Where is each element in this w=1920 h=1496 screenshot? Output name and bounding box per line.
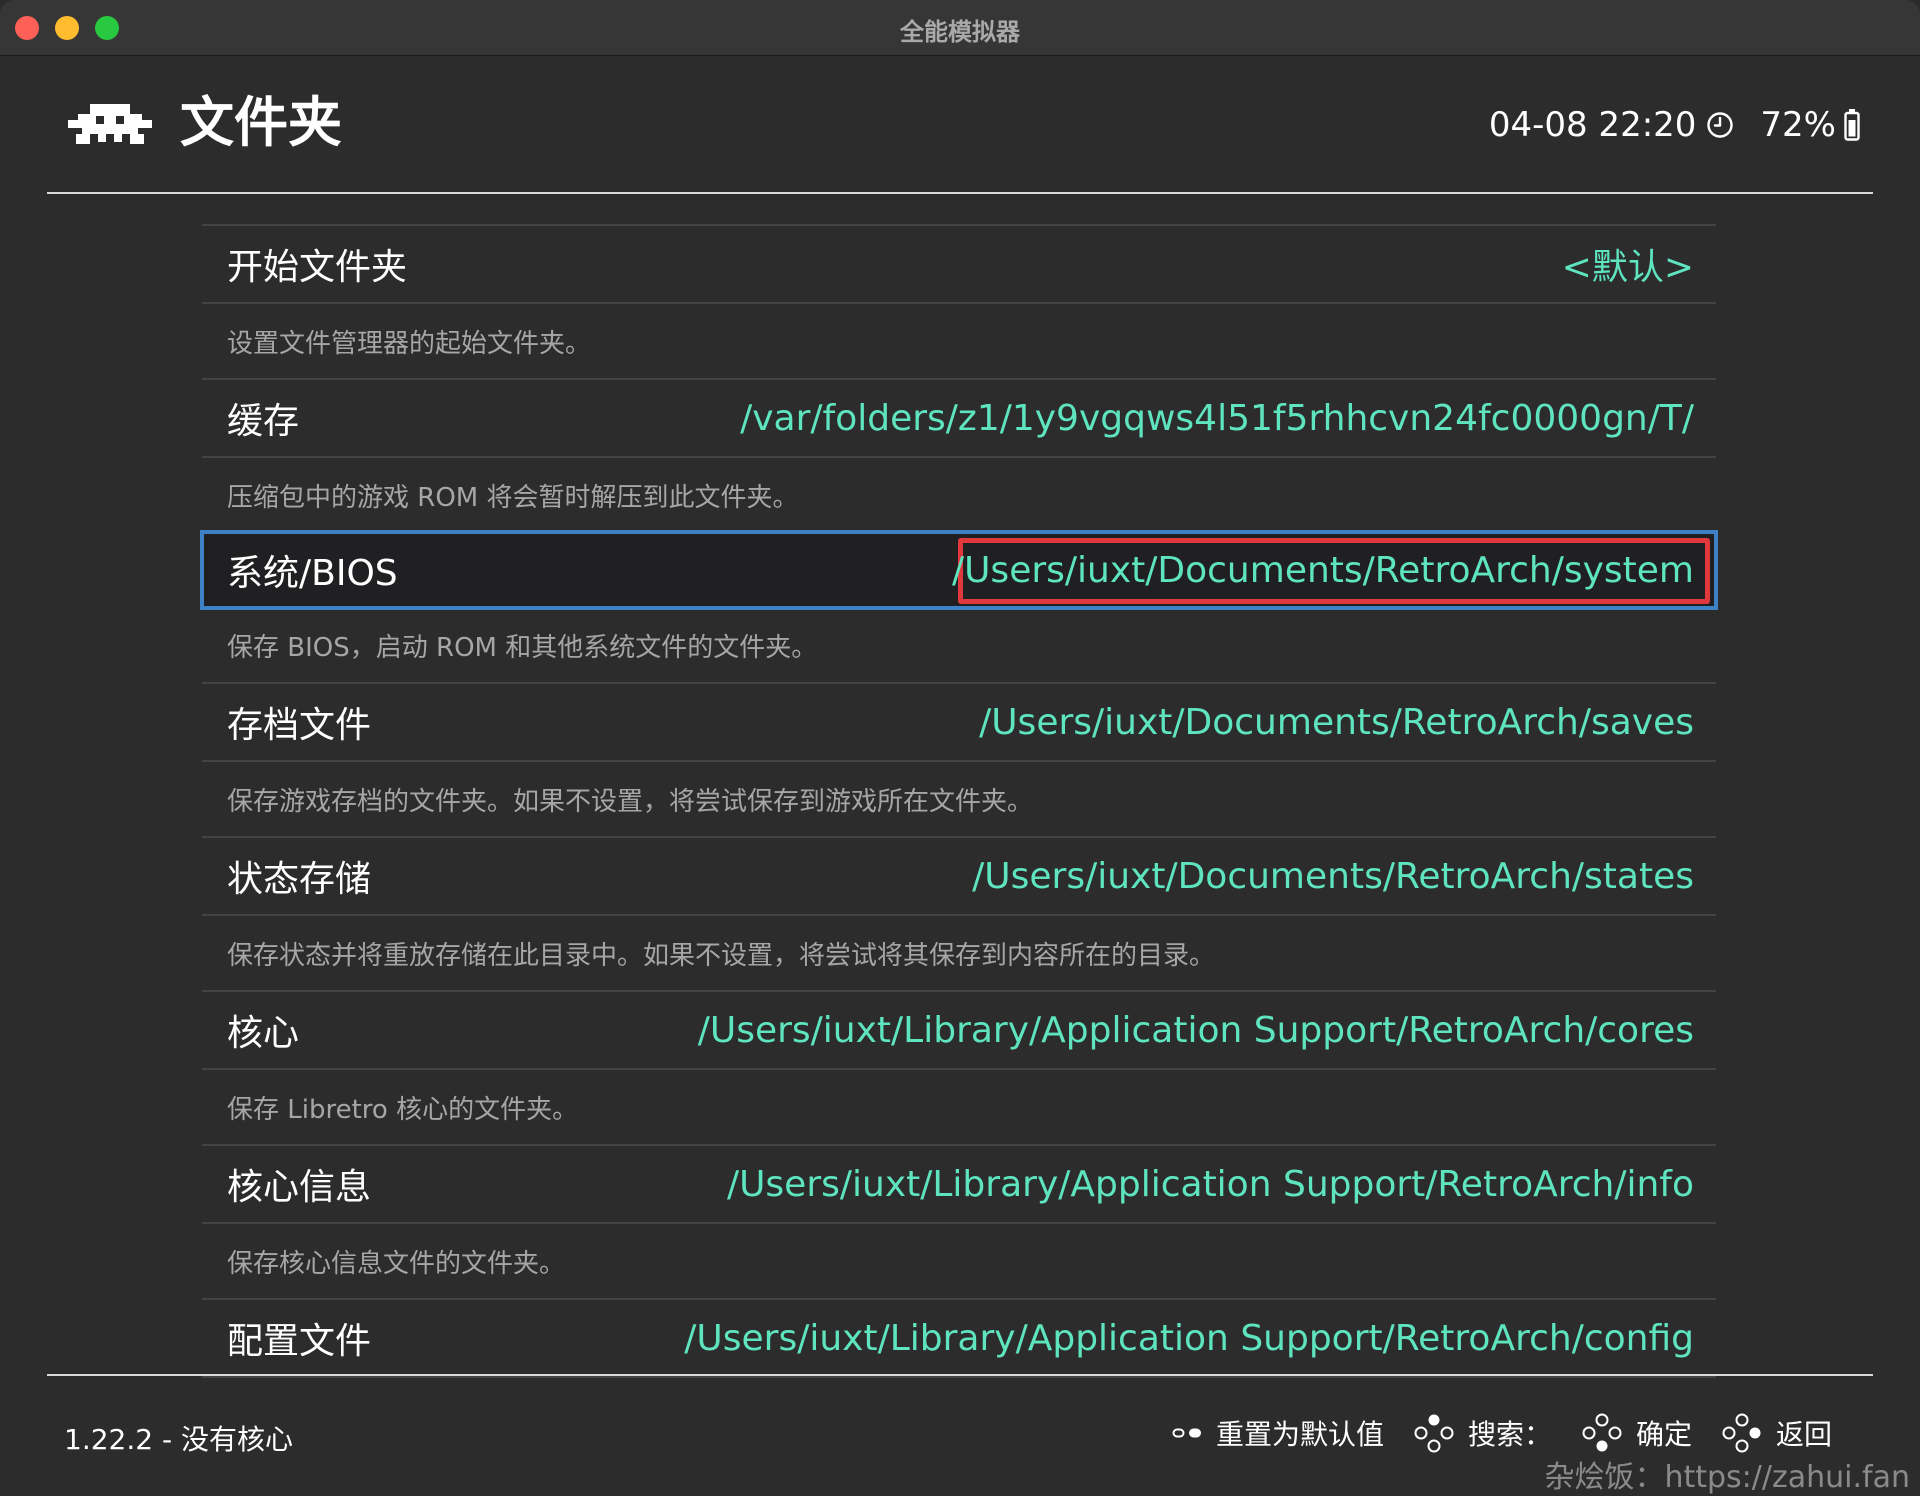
setting-value: /Users/iuxt/Documents/RetroArch/saves (979, 701, 1694, 743)
reset-default-control[interactable]: 重置为默认值 (1172, 1413, 1384, 1453)
select-start-button-icon (1172, 1428, 1201, 1438)
gamepad-buttons-icon (1722, 1413, 1761, 1453)
setting-label: 核心 (227, 1013, 300, 1054)
gamepad-buttons-icon (1414, 1414, 1454, 1453)
page-title: 文件夹 (180, 91, 342, 154)
back-control[interactable]: 返回 (1722, 1413, 1832, 1453)
confirm-control[interactable]: 确定 (1582, 1413, 1692, 1453)
setting-label: 存档文件 (227, 705, 372, 746)
retroarch-logo-icon (68, 104, 152, 144)
setting-label: 开始文件夹 (227, 247, 408, 288)
setting-config[interactable]: 配置文件 /Users/iuxt/Library/Application Sup… (202, 1300, 1716, 1376)
setting-value: /Users/iuxt/Library/Application Support/… (726, 1163, 1694, 1205)
window-title: 全能模拟器 (900, 18, 1020, 46)
datetime-text: 04-08 22:20 (1488, 105, 1697, 145)
setting-cores[interactable]: 核心 /Users/iuxt/Library/Application Suppo… (202, 992, 1716, 1068)
setting-states[interactable]: 状态存储 /Users/iuxt/Documents/RetroArch/sta… (202, 838, 1716, 914)
version-status: 1.22.2 - 没有核心 (64, 1423, 293, 1456)
setting-value: /Users/iuxt/Library/Application Support/… (684, 1317, 1694, 1359)
setting-description: 压缩包中的游戏 ROM 将会暂时解压到此文件夹。 (227, 482, 799, 513)
clock-icon (1707, 112, 1734, 138)
watermark: 杂烩饭：https://zahui.fan (1544, 1460, 1910, 1495)
divider (202, 1376, 1716, 1378)
setting-description: 保存核心信息文件的文件夹。 (227, 1248, 566, 1279)
setting-value: /var/folders/z1/1y9vgqws4l51f5rhhcvn24fc… (740, 397, 1694, 439)
directory-settings-list: 开始文件夹 <默认> 设置文件管理器的起始文件夹。 缓存 /var/folder… (200, 224, 1718, 1378)
setting-cache[interactable]: 缓存 /var/folders/z1/1y9vgqws4l51f5rhhcvn2… (202, 380, 1716, 456)
setting-saves[interactable]: 存档文件 /Users/iuxt/Documents/RetroArch/sav… (202, 684, 1716, 760)
header-divider (47, 192, 1873, 194)
search-control[interactable]: 搜索： (1414, 1413, 1552, 1453)
reset-default-label: 重置为默认值 (1215, 1418, 1384, 1451)
setting-description: 保存 BIOS，启动 ROM 和其他系统文件的文件夹。 (227, 632, 818, 663)
battery-percent: 72% (1760, 105, 1836, 145)
search-label: 搜索： (1467, 1418, 1552, 1451)
setting-description: 保存 Libretro 核心的文件夹。 (227, 1094, 579, 1125)
setting-value: /Users/iuxt/Documents/RetroArch/system (951, 549, 1694, 591)
confirm-label: 确定 (1635, 1418, 1692, 1451)
status-area: 04-08 22:20 72% (1489, 100, 1860, 150)
setting-start-folder[interactable]: 开始文件夹 <默认> (202, 226, 1716, 302)
setting-value: /Users/iuxt/Documents/RetroArch/states (972, 855, 1694, 897)
app-window: 全能模拟器 文件夹 04-08 22:20 72% 开始文件夹 <默认> 设置文… (0, 0, 1920, 1496)
setting-description: 设置文件管理器的起始文件夹。 (227, 328, 592, 359)
battery-icon (1844, 109, 1860, 141)
setting-label: 系统/BIOS (227, 553, 398, 594)
setting-description: 保存状态并将重放存储在此目录中。如果不设置，将尝试将其保存到内容所在的目录。 (227, 940, 1216, 971)
title-bar: 全能模拟器 (0, 0, 1920, 56)
setting-description: 保存游戏存档的文件夹。如果不设置，将尝试保存到游戏所在文件夹。 (227, 786, 1034, 817)
footer-divider (47, 1374, 1873, 1376)
gamepad-buttons-icon (1582, 1413, 1622, 1452)
setting-label: 配置文件 (227, 1321, 372, 1362)
setting-core-info[interactable]: 核心信息 /Users/iuxt/Library/Application Sup… (202, 1146, 1716, 1222)
setting-label: 状态存储 (227, 859, 372, 900)
setting-system-bios[interactable]: 系统/BIOS /Users/iuxt/Documents/RetroArch/… (200, 530, 1718, 610)
setting-label: 缓存 (227, 401, 300, 442)
back-label: 返回 (1775, 1418, 1832, 1451)
footer-controls: 重置为默认值 搜索： 确定 返回 (1142, 1413, 1832, 1453)
setting-value: /Users/iuxt/Library/Application Support/… (697, 1009, 1694, 1051)
setting-label: 核心信息 (227, 1167, 372, 1208)
setting-value: <默认> (1561, 247, 1694, 288)
